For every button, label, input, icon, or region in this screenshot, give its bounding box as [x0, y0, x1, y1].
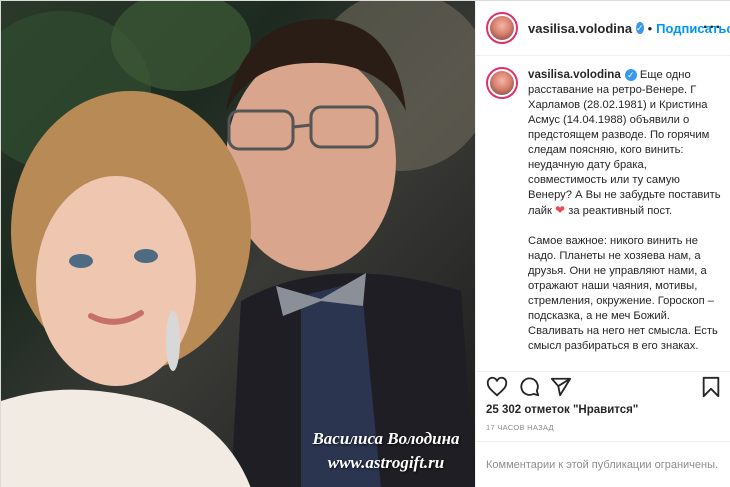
- heart-outline-icon[interactable]: [486, 376, 508, 398]
- action-bar: [476, 371, 730, 403]
- post-timestamp[interactable]: 17 ЧАСОВ НАЗАД: [486, 423, 554, 432]
- caption: vasilisa.volodina ✓ Еще одно расставание …: [486, 67, 726, 367]
- comment-icon[interactable]: [518, 376, 540, 398]
- caption-text-1-end: за реактивный пост.: [568, 205, 673, 217]
- avatar-image: [490, 71, 514, 95]
- caption-text-1: Еще одно расставание на ретро-Венере. Г …: [528, 69, 721, 217]
- verified-badge-icon: ✓: [636, 22, 644, 34]
- watermark-site: www.astrogift.ru: [327, 453, 445, 472]
- bookmark-icon[interactable]: [700, 376, 722, 398]
- caption-paragraph-1: vasilisa.volodina ✓ Еще одно расставание …: [528, 67, 724, 219]
- avatar[interactable]: [486, 12, 518, 44]
- separator-dot: •: [647, 20, 653, 36]
- photo-illustration: [1, 1, 475, 487]
- watermark-name: Василиса Володина: [312, 429, 460, 448]
- caption-paragraph-2: Самое важное: никого винить не надо. Пла…: [528, 235, 718, 352]
- post-modal: Василиса Володина www.astrogift.ru vasil…: [0, 0, 730, 487]
- heart-emoji-icon: ❤: [555, 203, 566, 217]
- caption-body: vasilisa.volodina ✓ Еще одно расставание …: [528, 67, 724, 367]
- verified-badge-icon: ✓: [624, 69, 637, 82]
- header-username[interactable]: vasilisa.volodina: [528, 21, 632, 36]
- more-icon[interactable]: ···: [703, 19, 722, 37]
- send-icon[interactable]: [550, 376, 572, 398]
- post-header: vasilisa.volodina ✓ • Подписаться ···: [476, 1, 730, 56]
- avatar-image: [490, 16, 514, 40]
- post-sidebar: vasilisa.volodina ✓ • Подписаться ··· va…: [475, 1, 730, 487]
- likes-count[interactable]: 25 302 отметок "Нравится": [486, 404, 638, 416]
- comments-restricted-note: Комментарии к этой публикации ограничены…: [476, 441, 730, 487]
- post-photo[interactable]: Василиса Володина www.astrogift.ru: [1, 1, 475, 487]
- caption-username[interactable]: vasilisa.volodina: [528, 68, 621, 81]
- caption-avatar[interactable]: [486, 67, 518, 99]
